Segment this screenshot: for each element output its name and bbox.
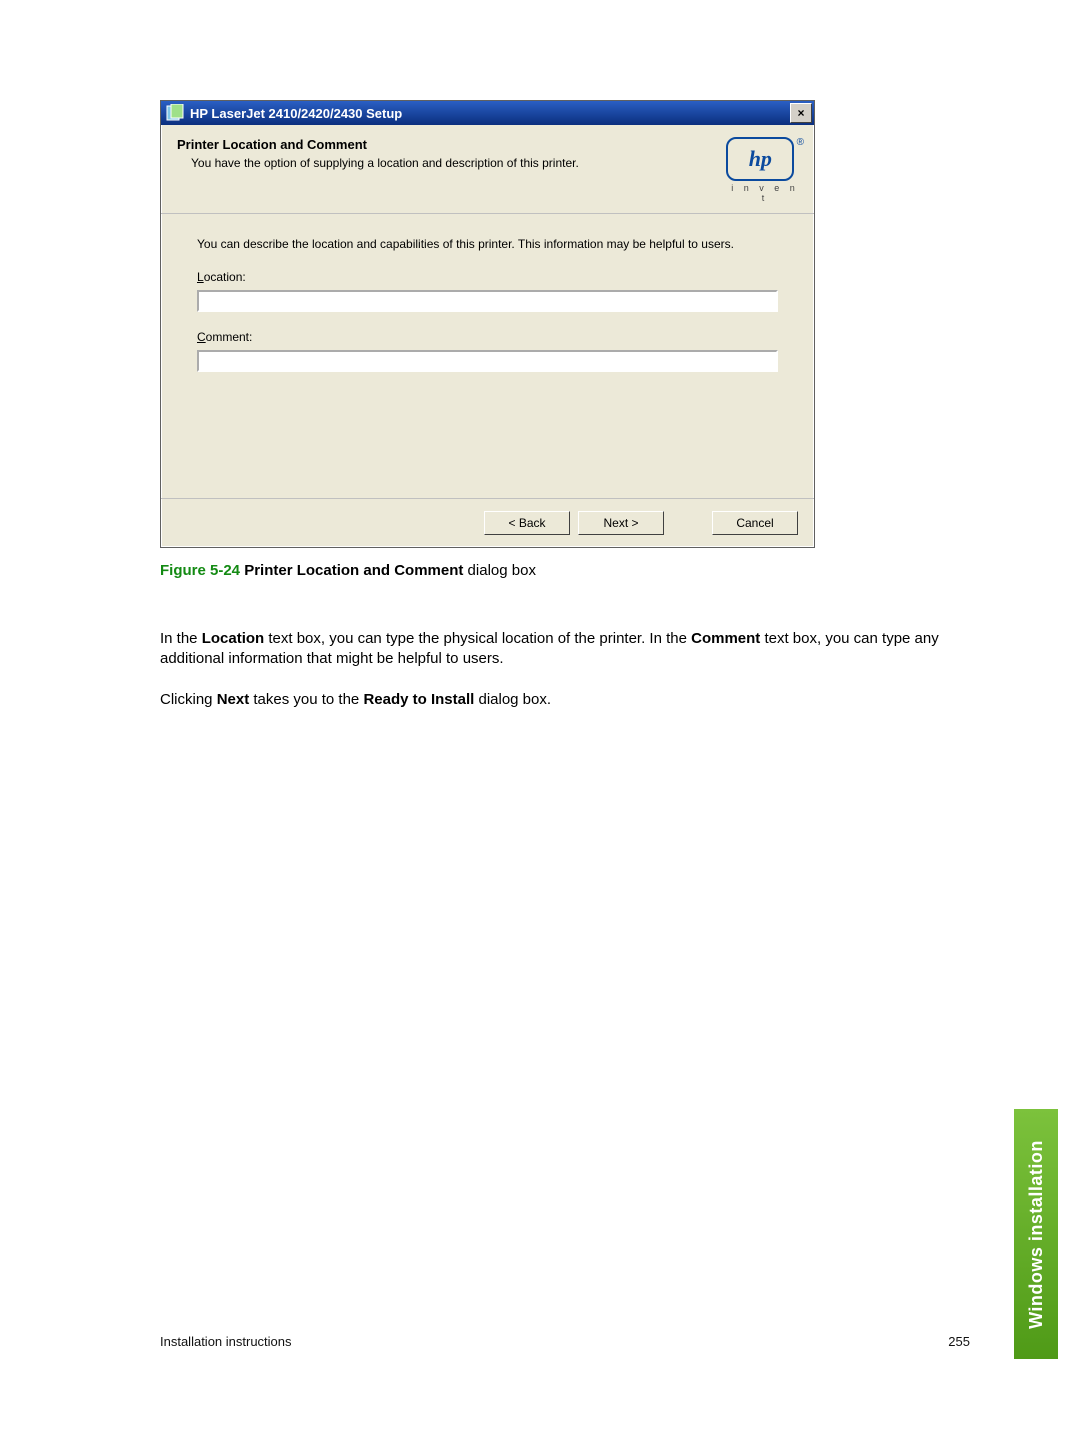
hp-logo: ® hp i n v e n t [726, 137, 804, 203]
figure-title-bold: Printer Location and Comment [244, 562, 463, 579]
figure-number: Figure 5-24 [160, 562, 240, 579]
page-number: 255 [948, 1334, 970, 1349]
setup-dialog: HP LaserJet 2410/2420/2430 Setup × Print… [160, 100, 815, 548]
body-description: You can describe the location and capabi… [197, 236, 778, 252]
location-label: Location: [197, 270, 778, 284]
figure-caption: Figure 5-24 Printer Location and Comment… [160, 562, 970, 579]
footer-left: Installation instructions [160, 1334, 292, 1349]
header-title: Printer Location and Comment [177, 137, 726, 152]
titlebar: HP LaserJet 2410/2420/2430 Setup × [161, 101, 814, 125]
close-button[interactable]: × [790, 103, 812, 123]
paragraph-2: Clicking Next takes you to the Ready to … [160, 690, 970, 710]
cancel-button[interactable]: Cancel [712, 511, 798, 535]
comment-label: Comment: [197, 330, 778, 344]
paragraph-1: In the Location text box, you can type t… [160, 629, 970, 670]
comment-input[interactable] [197, 350, 778, 372]
app-icon [165, 104, 185, 122]
button-bar: < Back Next > Cancel [161, 498, 814, 547]
registered-icon: ® [797, 137, 804, 148]
close-icon: × [797, 106, 804, 120]
dialog-body: You can describe the location and capabi… [161, 214, 814, 498]
next-button[interactable]: Next > [578, 511, 664, 535]
figure-title-rest: dialog box [463, 562, 536, 579]
header-subtitle: You have the option of supplying a locat… [191, 156, 726, 170]
section-tab: Windows installation [1014, 1109, 1058, 1359]
dialog-header: Printer Location and Comment You have th… [161, 125, 814, 214]
hp-logo-mark: hp [726, 137, 794, 181]
section-tab-label: Windows installation [1026, 1140, 1047, 1329]
hp-logo-tagline: i n v e n t [726, 183, 804, 203]
window-title: HP LaserJet 2410/2420/2430 Setup [190, 106, 790, 121]
location-input[interactable] [197, 290, 778, 312]
document-page: HP LaserJet 2410/2420/2430 Setup × Print… [0, 0, 1080, 1437]
page-footer: Installation instructions 255 [160, 1334, 970, 1349]
header-text: Printer Location and Comment You have th… [177, 137, 726, 170]
back-button[interactable]: < Back [484, 511, 570, 535]
